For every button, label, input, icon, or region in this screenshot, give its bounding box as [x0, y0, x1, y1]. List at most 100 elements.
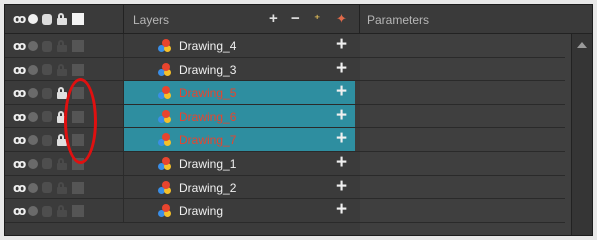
- visibility-icon[interactable]: ꝏ: [13, 181, 26, 195]
- show-all-icon[interactable]: ꝏ: [13, 12, 26, 26]
- layer-color-swatch[interactable]: [72, 87, 85, 100]
- layer-name-cell[interactable]: Drawing_4 +: [124, 34, 355, 57]
- visibility-icon[interactable]: ꝏ: [13, 110, 26, 124]
- layer-row[interactable]: ꝏ Drawing_4 +: [5, 34, 565, 58]
- visibility-icon[interactable]: ꝏ: [13, 204, 26, 218]
- enable-icon[interactable]: [42, 64, 53, 76]
- add-layer-button[interactable]: +: [269, 11, 278, 27]
- layer-color-swatch[interactable]: [72, 110, 85, 123]
- solo-icon[interactable]: [28, 182, 39, 193]
- drawing-layer-icon: [158, 62, 172, 77]
- lock-all-icon[interactable]: [56, 13, 68, 25]
- enable-all-icon[interactable]: [42, 13, 53, 25]
- layer-toggle-icons: ꝏ: [13, 63, 85, 77]
- enable-icon[interactable]: [42, 111, 53, 123]
- lock-icon[interactable]: [56, 181, 68, 194]
- drawing-layer-icon: [158, 204, 172, 218]
- visibility-icon[interactable]: ꝏ: [13, 63, 26, 77]
- layer-list: ꝏ Drawing_4 + ꝏ Drawing_3 + ꝏ Drawing_5 + ꝏ Drawin…: [5, 34, 565, 223]
- layer-row[interactable]: ꝏ Drawing_5 +: [5, 81, 565, 105]
- solo-icon[interactable]: [28, 158, 39, 169]
- solo-icon[interactable]: [28, 206, 39, 217]
- layer-name-cell[interactable]: Drawing_6 +: [124, 104, 355, 128]
- enable-icon[interactable]: [42, 87, 53, 99]
- layer-row[interactable]: ꝏ Drawing +: [5, 199, 565, 223]
- layer-color-swatch[interactable]: [72, 40, 85, 52]
- scroll-up-arrow-icon[interactable]: [577, 42, 587, 48]
- layer-toggle-icons: ꝏ: [13, 204, 85, 218]
- drawing-layer-icon: [158, 86, 172, 100]
- add-keyframe-button[interactable]: +: [336, 58, 347, 79]
- solo-icon[interactable]: [28, 41, 39, 51]
- add-keyframe-button[interactable]: +: [336, 176, 347, 197]
- solo-icon[interactable]: [28, 135, 39, 146]
- solo-all-icon[interactable]: [28, 14, 39, 24]
- add-keyframe-button[interactable]: +: [336, 82, 347, 102]
- add-keyframe-button[interactable]: +: [336, 152, 347, 173]
- layer-name-cell[interactable]: Drawing +: [124, 199, 355, 222]
- layer-color-swatch[interactable]: [72, 134, 85, 147]
- layer-color-swatch[interactable]: [72, 157, 85, 170]
- drawing-layer-icon: [158, 39, 172, 53]
- layer-name: Drawing_2: [179, 180, 237, 195]
- layer-row[interactable]: ꝏ Drawing_6 +: [5, 104, 565, 129]
- lock-icon[interactable]: [56, 205, 68, 218]
- header-divider: [123, 5, 124, 33]
- visibility-icon[interactable]: ꝏ: [13, 39, 26, 53]
- lock-icon[interactable]: [56, 87, 68, 100]
- solo-icon[interactable]: [28, 64, 39, 75]
- solo-icon[interactable]: [28, 111, 39, 122]
- color-swatch-all-icon[interactable]: [72, 13, 85, 25]
- layer-toggle-icons: ꝏ: [13, 133, 85, 147]
- layer-name-cell[interactable]: Drawing_1 +: [124, 152, 355, 175]
- add-keyframe-button[interactable]: +: [336, 200, 347, 220]
- layer-row[interactable]: ꝏ Drawing_3 +: [5, 57, 565, 82]
- layer-name: Drawing_5: [179, 86, 237, 101]
- parameters-column-title: Parameters: [367, 13, 430, 27]
- layer-name: Drawing_6: [179, 109, 237, 124]
- visibility-icon[interactable]: ꝏ: [13, 133, 26, 147]
- layer-row[interactable]: ꝏ Drawing_2 +: [5, 175, 565, 200]
- lock-icon[interactable]: [56, 63, 68, 76]
- solo-icon[interactable]: [28, 88, 39, 99]
- lock-icon[interactable]: [56, 134, 68, 147]
- layer-name: Drawing_3: [179, 62, 237, 77]
- enable-icon[interactable]: [42, 182, 53, 194]
- layer-name-cell[interactable]: Drawing_5 +: [124, 81, 355, 104]
- add-keyframe-button[interactable]: +: [336, 105, 347, 126]
- add-keyframe-button[interactable]: +: [336, 35, 347, 55]
- visibility-icon[interactable]: ꝏ: [13, 86, 26, 100]
- lock-icon[interactable]: [56, 110, 68, 123]
- add-keyframe-button[interactable]: +: [336, 129, 347, 149]
- layer-toggle-icons: ꝏ: [13, 39, 85, 53]
- layer-name-cell[interactable]: Drawing_3 +: [124, 58, 355, 81]
- add-effect-button[interactable]: ✦: [336, 11, 347, 27]
- header-toggle-icons: ꝏ: [13, 12, 85, 26]
- layers-column-title: Layers: [133, 13, 170, 27]
- layer-color-swatch[interactable]: [72, 63, 85, 76]
- enable-icon[interactable]: [42, 40, 53, 52]
- add-peg-button[interactable]: ⁺: [314, 11, 320, 27]
- layer-row[interactable]: ꝏ Drawing_1 +: [5, 151, 565, 176]
- layer-toggle-icons: ꝏ: [13, 157, 85, 171]
- layer-name: Drawing_7: [179, 133, 237, 148]
- lock-icon[interactable]: [56, 40, 68, 52]
- layer-color-swatch[interactable]: [72, 205, 85, 218]
- layer-toggle-icons: ꝏ: [13, 110, 85, 124]
- layer-color-swatch[interactable]: [72, 181, 85, 194]
- visibility-icon[interactable]: ꝏ: [13, 157, 26, 171]
- enable-icon[interactable]: [42, 158, 53, 170]
- layer-toggle-icons: ꝏ: [13, 181, 85, 195]
- enable-icon[interactable]: [42, 134, 53, 146]
- layer-name-cell[interactable]: Drawing_7 +: [124, 128, 355, 151]
- enable-icon[interactable]: [42, 205, 53, 217]
- vertical-scrollbar[interactable]: [571, 34, 592, 235]
- lock-icon[interactable]: [56, 157, 68, 170]
- delete-layer-button[interactable]: −: [291, 11, 300, 27]
- drawing-layer-icon: [158, 180, 172, 195]
- layer-row[interactable]: ꝏ Drawing_7 +: [5, 128, 565, 152]
- layer-name: Drawing: [179, 204, 224, 219]
- layer-name-cell[interactable]: Drawing_2 +: [124, 176, 355, 199]
- layer-toggle-icons: ꝏ: [13, 86, 85, 100]
- layer-name: Drawing_4: [179, 39, 237, 53]
